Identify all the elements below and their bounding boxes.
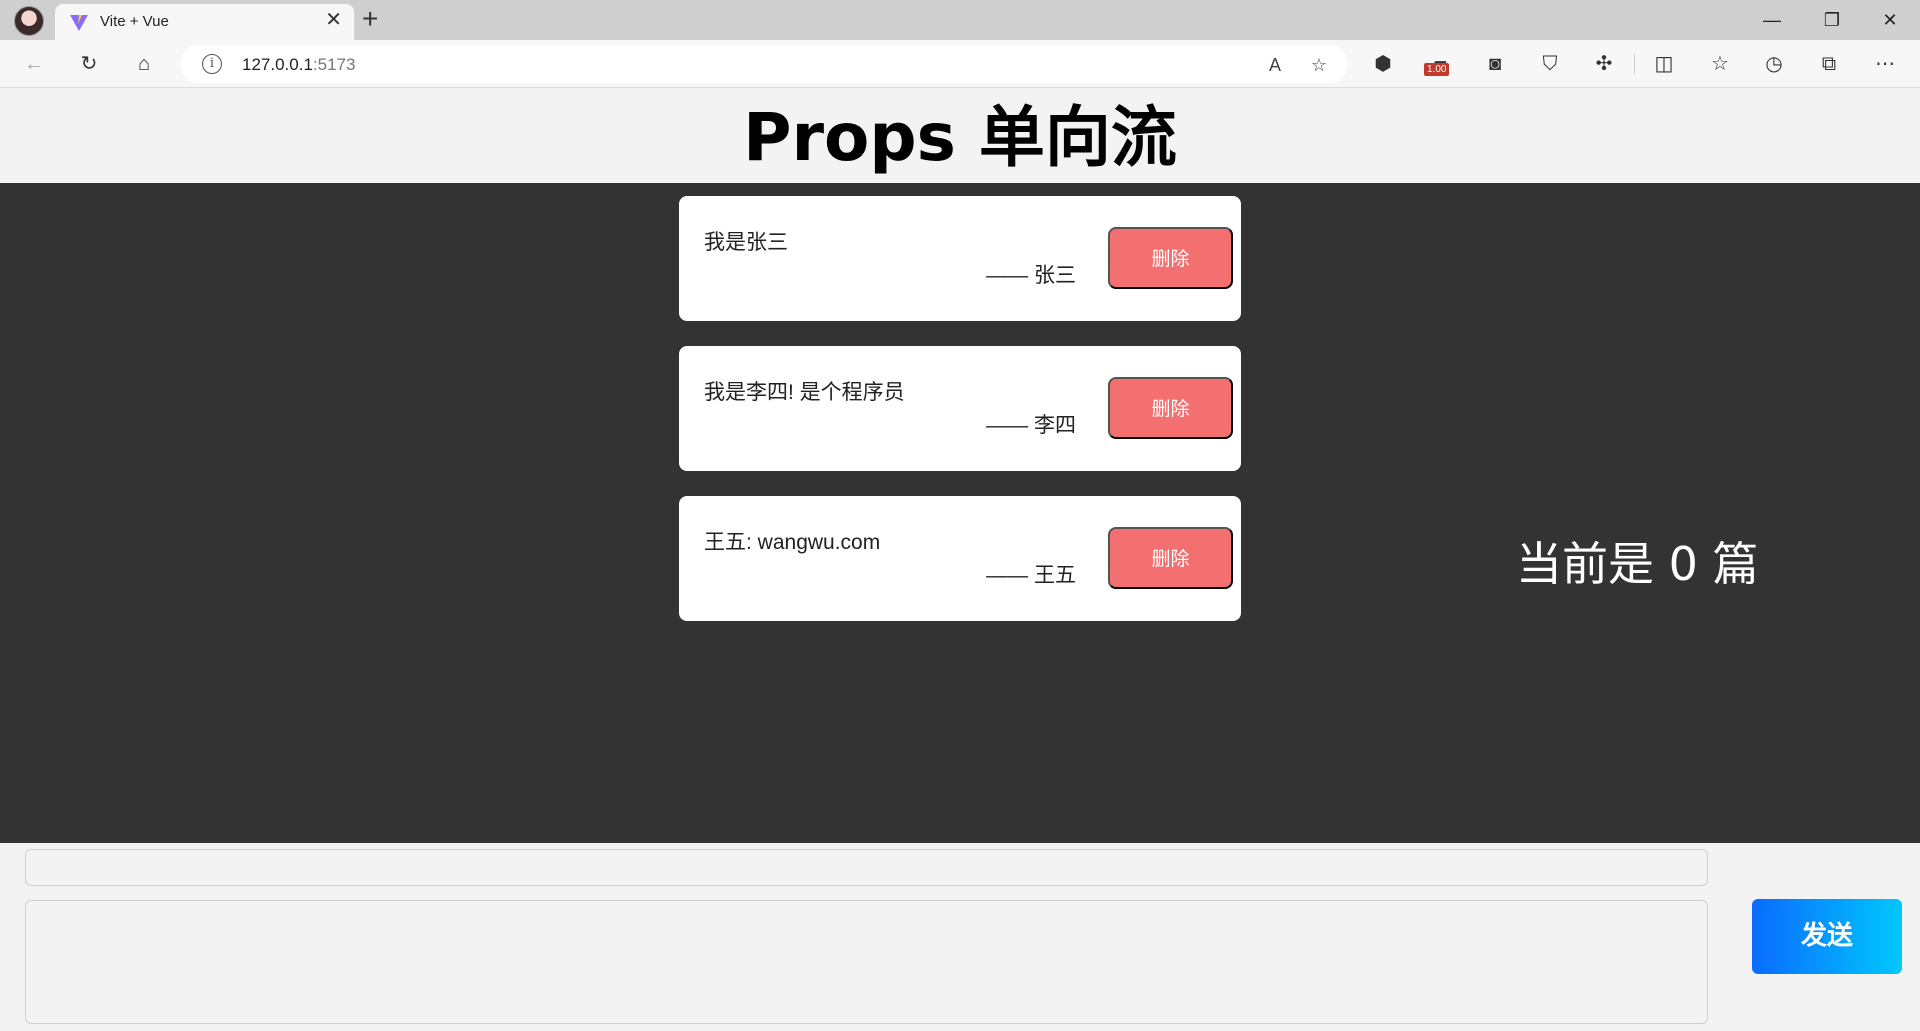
add-favorite-icon[interactable]: ☆ — [1307, 53, 1331, 77]
back-icon[interactable]: ← — [20, 50, 48, 78]
browser-tab-active[interactable]: Vite + Vue ✕ — [55, 4, 354, 40]
read-aloud-icon[interactable]: A — [1263, 53, 1287, 77]
delete-button[interactable]: 删除 — [1108, 227, 1233, 289]
message-card: 我是李四! 是个程序员 —— 李四 删除 — [679, 346, 1241, 471]
vite-logo-icon — [70, 15, 88, 31]
refresh-icon[interactable]: ↻ — [75, 50, 103, 78]
minimize-icon[interactable]: — — [1749, 6, 1795, 34]
collections-icon[interactable]: ⧉ — [1815, 50, 1843, 78]
message-card: 王五: wangwu.com —— 王五 删除 — [679, 496, 1241, 621]
card-content: 我是李四! 是个程序员 — [704, 381, 905, 404]
compose-area: 发送 — [0, 843, 1920, 1031]
toolbar-divider — [1634, 54, 1635, 74]
delete-button[interactable]: 删除 — [1108, 377, 1233, 439]
home-icon[interactable]: ⌂ — [130, 50, 158, 78]
profile-avatar[interactable] — [14, 6, 44, 36]
address-bar[interactable]: i 127.0.0.1:5173 A ☆ — [180, 45, 1348, 83]
extension-badge: 1.00 — [1424, 63, 1450, 76]
extension-mask-icon[interactable]: ◙ — [1481, 50, 1509, 78]
restore-icon[interactable]: ❐ — [1809, 6, 1855, 34]
title-input[interactable] — [25, 849, 1708, 886]
window-close-icon[interactable]: ✕ — [1867, 6, 1913, 34]
browser-toolbar: ← ↻ ⌂ i 127.0.0.1:5173 A ☆ ⬢ ▰ ◙ ⛉ ✣ ◫ ☆… — [0, 40, 1920, 88]
card-author: —— 李四 — [986, 414, 1076, 437]
history-icon[interactable]: ◷ — [1760, 50, 1788, 78]
card-author: —— 王五 — [986, 564, 1076, 587]
favorites-icon[interactable]: ☆ — [1706, 50, 1734, 78]
tab-bar: Vite + Vue ✕ + — ❐ ✕ — [0, 0, 1920, 40]
new-tab-icon[interactable]: + — [362, 4, 378, 34]
delete-button[interactable]: 删除 — [1108, 527, 1233, 589]
page-title: Props 单向流 — [743, 99, 1177, 176]
card-author: —— 张三 — [986, 264, 1076, 287]
more-menu-icon[interactable]: ⋯ — [1871, 50, 1899, 78]
tab-title: Vite + Vue — [100, 13, 169, 30]
send-button[interactable]: 发送 — [1752, 899, 1902, 974]
extension-hexagon-icon[interactable]: ⬢ — [1369, 50, 1397, 78]
message-card: 我是张三 —— 张三 删除 — [679, 196, 1241, 321]
card-content: 我是张三 — [704, 231, 788, 254]
card-content: 王五: wangwu.com — [704, 531, 881, 554]
extensions-puzzle-icon[interactable]: ✣ — [1590, 50, 1618, 78]
content-textarea[interactable] — [25, 900, 1708, 1024]
url-text[interactable]: 127.0.0.1:5173 — [242, 55, 355, 75]
split-screen-icon[interactable]: ◫ — [1650, 50, 1678, 78]
ublock-shield-icon[interactable]: ⛉ — [1536, 50, 1564, 78]
tab-close-icon[interactable]: ✕ — [325, 10, 342, 30]
site-info-icon[interactable]: i — [202, 54, 222, 74]
article-count: 当前是 0 篇 — [1516, 537, 1759, 591]
